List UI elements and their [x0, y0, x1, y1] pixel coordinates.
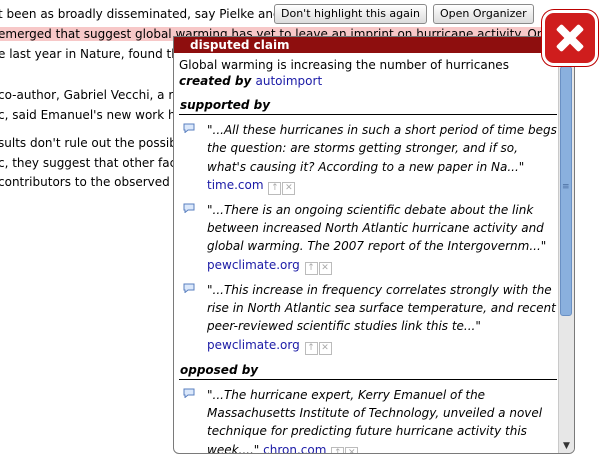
evidence-quote: "...All these hurricanes in such a short… — [207, 123, 557, 174]
x-icon[interactable]: ✕ — [345, 446, 359, 453]
popup-scrollbar[interactable]: ▲ ▼ — [558, 53, 574, 453]
popup-content: Global warming is increasing the number … — [179, 53, 557, 454]
speech-bubble-icon — [183, 388, 195, 398]
x-icon[interactable]: ✕ — [282, 181, 296, 195]
evidence-quote: "...There is an ongoing scientific debat… — [207, 202, 547, 254]
speech-bubble-icon — [183, 123, 195, 133]
x-icon[interactable]: ✕ — [318, 261, 332, 275]
article-line: contributors to the observed inc — [0, 175, 192, 189]
disputed-claim-popup: disputed claim Global warming is increas… — [173, 36, 575, 454]
evidence-item: "...The hurricane expert, Kerry Emanuel … — [179, 386, 557, 454]
evidence-quote: "...This increase in frequency correlate… — [207, 282, 556, 334]
author-link[interactable]: autoimport — [256, 74, 323, 88]
article-line: c, said Emanuel's new work h — [0, 108, 176, 122]
evidence-source-link[interactable]: time.com — [207, 178, 264, 192]
supported-heading: supported by — [179, 97, 557, 115]
arrow-up-icon[interactable]: ↑ — [331, 446, 345, 453]
article-line: sults don't rule out the possibi — [0, 136, 181, 150]
x-icon[interactable]: ✕ — [318, 341, 332, 355]
article-line: e last year in Nature, found th — [0, 47, 179, 61]
evidence-item: "...All these hurricanes in such a short… — [179, 121, 557, 195]
popup-title: disputed claim — [174, 37, 574, 53]
speech-bubble-icon — [183, 203, 195, 213]
arrow-up-icon[interactable]: ↑ — [304, 261, 318, 275]
claim-text: Global warming is increasing the number … — [179, 58, 509, 72]
speech-bubble-icon — [183, 283, 195, 293]
evidence-quote: "...The hurricane expert, Kerry Emanuel … — [207, 387, 543, 454]
created-by: created by autoimport — [179, 73, 557, 90]
evidence-source-link[interactable]: pewclimate.org — [207, 338, 300, 352]
arrow-up-icon[interactable]: ↑ — [304, 341, 318, 355]
evidence-item: "...This increase in frequency correlate… — [179, 281, 557, 355]
scroll-thumb[interactable] — [560, 66, 572, 316]
opposed-heading: opposed by — [179, 362, 557, 380]
arrow-up-icon[interactable]: ↑ — [268, 181, 282, 195]
dont-highlight-button[interactable]: Don't highlight this again — [274, 4, 427, 24]
evidence-source-link[interactable]: chron.com — [263, 443, 326, 453]
created-by-label: created by — [179, 74, 252, 88]
close-icon[interactable] — [542, 10, 598, 66]
article-line: co-author, Gabriel Vecchi, a re — [0, 88, 181, 102]
article-line: c, they suggest that other fact — [0, 156, 181, 170]
article-line: t been as broadly disseminated, say Piel… — [0, 7, 281, 21]
evidence-source-link[interactable]: pewclimate.org — [207, 258, 300, 272]
open-organizer-button[interactable]: Open Organizer — [433, 4, 534, 24]
scroll-down-arrow-icon[interactable]: ▼ — [559, 440, 574, 453]
evidence-item: "...There is an ongoing scientific debat… — [179, 201, 557, 275]
